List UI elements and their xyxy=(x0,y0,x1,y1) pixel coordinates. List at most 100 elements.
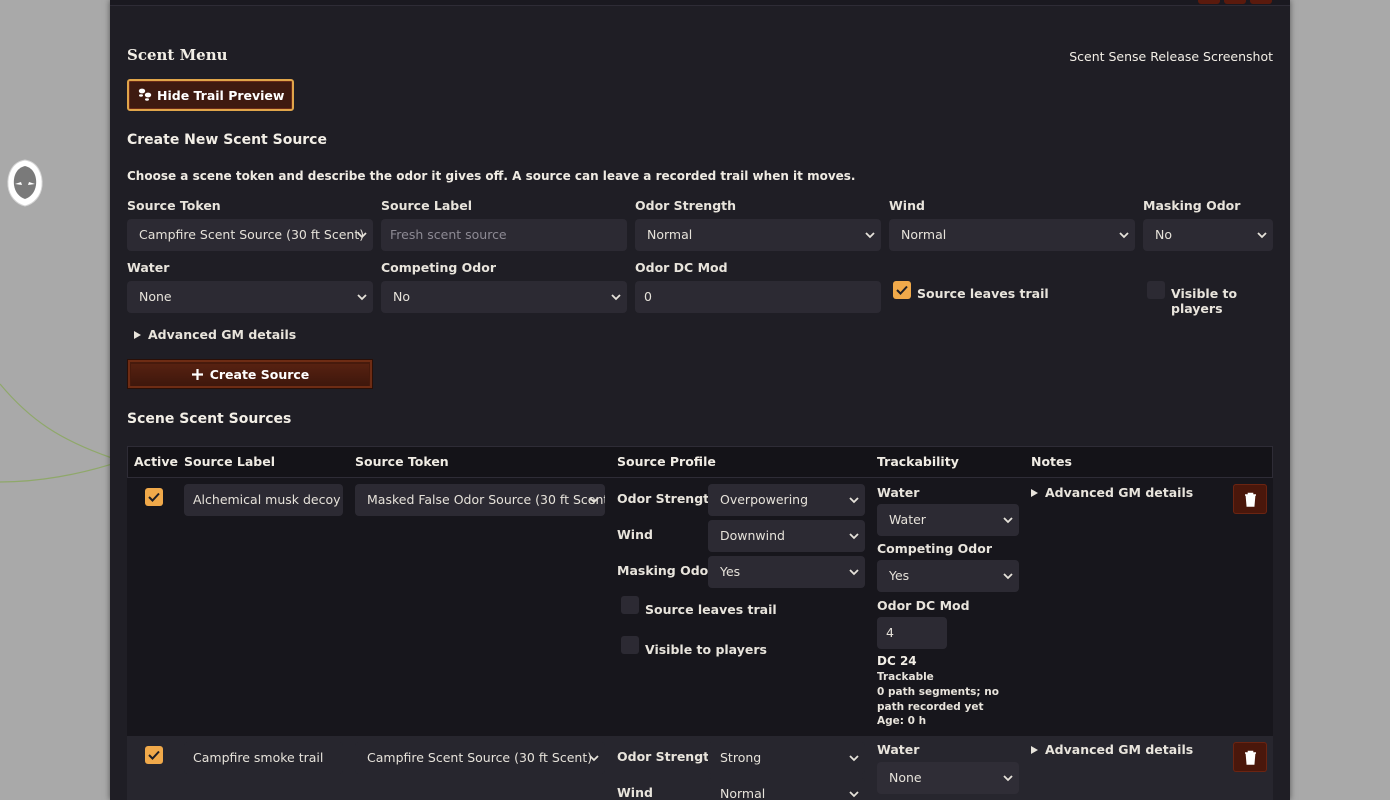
source-token-select[interactable]: Campfire Scent Source (30 ft Scent) xyxy=(127,219,373,251)
visible-to-players-checkbox[interactable] xyxy=(1147,281,1165,299)
row-odor-strength-select[interactable]: Strong xyxy=(708,742,865,774)
source-label-input[interactable]: Fresh scent source xyxy=(381,219,627,251)
chevron-down-icon xyxy=(611,294,621,301)
delete-source-button[interactable] xyxy=(1233,484,1267,514)
row-active-checkbox[interactable] xyxy=(145,488,163,506)
row-competing-odor-select[interactable]: Yes xyxy=(877,560,1019,592)
titlebar-button[interactable] xyxy=(1224,0,1246,4)
titlebar-button[interactable] xyxy=(1250,0,1272,4)
row-source-token-select[interactable]: Masked False Odor Source (30 ft Scent) xyxy=(355,484,605,516)
row-water-label: Water xyxy=(877,485,920,500)
row-active-checkbox[interactable] xyxy=(145,746,163,764)
row-water-value: Water xyxy=(889,512,926,527)
table-row: Campfire smoke trail Campfire Scent Sour… xyxy=(127,736,1273,800)
row-odor-strength-label: Odor Strength xyxy=(617,491,719,506)
disclosure-triangle-icon xyxy=(134,330,141,339)
odor-strength-label: Odor Strength xyxy=(635,198,737,213)
chevron-down-icon xyxy=(1003,775,1013,782)
row-age: Age: 0 h xyxy=(877,715,927,727)
competing-odor-select[interactable]: No xyxy=(381,281,627,313)
odor-dc-mod-input[interactable]: 0 xyxy=(635,281,881,313)
row-masking-odor-label: Masking Odor xyxy=(617,563,715,578)
chevron-down-icon xyxy=(1257,232,1267,239)
column-header-active: Active xyxy=(134,454,178,469)
titlebar-button[interactable] xyxy=(1198,0,1220,4)
checkmark-icon xyxy=(148,750,160,760)
hide-trail-preview-label: Hide Trail Preview xyxy=(157,87,285,103)
row-odor-strength-select[interactable]: Overpowering xyxy=(708,484,865,516)
row-competing-odor-value: Yes xyxy=(889,568,910,583)
row-advanced-gm-details-toggle[interactable]: Advanced GM details xyxy=(1031,742,1193,757)
source-leaves-trail-label: Source leaves trail xyxy=(917,286,1049,301)
create-description: Choose a scene token and describe the od… xyxy=(127,169,856,183)
footprints-icon xyxy=(138,88,152,101)
odor-strength-value: Normal xyxy=(647,227,693,242)
masking-odor-select[interactable]: No xyxy=(1143,219,1273,251)
row-source-token-value: Campfire Scent Source (30 ft Scent) xyxy=(367,750,593,765)
page-title: Scent Menu xyxy=(127,46,228,64)
chevron-down-icon xyxy=(589,755,599,762)
chevron-down-icon xyxy=(849,569,859,576)
competing-odor-label: Competing Odor xyxy=(381,260,496,275)
row-source-token-value: Masked False Odor Source (30 ft Scent) xyxy=(367,492,605,507)
chevron-down-icon xyxy=(849,497,859,504)
row-advanced-gm-details-label: Advanced GM details xyxy=(1045,742,1194,757)
hooded-figure-icon[interactable] xyxy=(4,158,46,208)
delete-source-button[interactable] xyxy=(1233,742,1267,772)
create-source-label: Create Source xyxy=(209,366,310,382)
disclosure-triangle-icon xyxy=(1031,745,1038,754)
wind-select[interactable]: Normal xyxy=(889,219,1135,251)
create-source-button[interactable]: Create Source xyxy=(127,359,373,389)
water-select[interactable]: None xyxy=(127,281,373,313)
source-leaves-trail-checkbox[interactable] xyxy=(893,281,911,299)
row-wind-select[interactable]: Normal xyxy=(708,778,865,800)
row-odor-dc-mod-input[interactable]: 4 xyxy=(877,617,947,649)
row-water-label: Water xyxy=(877,742,920,757)
source-token-label: Source Token xyxy=(127,198,221,213)
row-visible-to-players-checkbox[interactable] xyxy=(621,636,639,654)
window-titlebar xyxy=(110,0,1290,6)
row-water-select[interactable]: Water xyxy=(877,504,1019,536)
chevron-down-icon xyxy=(849,755,859,762)
row-source-leaves-trail-label: Source leaves trail xyxy=(645,602,777,617)
chevron-down-icon xyxy=(849,533,859,540)
column-header-source-profile: Source Profile xyxy=(617,454,716,469)
row-wind-select[interactable]: Downwind xyxy=(708,520,865,552)
row-dc-value: DC 24 xyxy=(877,654,917,668)
checkmark-icon xyxy=(148,492,160,502)
row-wind-label: Wind xyxy=(617,785,653,800)
disclosure-triangle-icon xyxy=(1031,488,1038,497)
odor-strength-select[interactable]: Normal xyxy=(635,219,881,251)
column-header-trackability: Trackability xyxy=(877,454,959,469)
row-source-leaves-trail-checkbox[interactable] xyxy=(621,596,639,614)
checkmark-icon xyxy=(896,285,908,295)
table-header: Active Source Label Source Token Source … xyxy=(127,446,1273,478)
row-wind-label: Wind xyxy=(617,527,653,542)
release-label: Scent Sense Release Screenshot xyxy=(1069,49,1273,64)
wind-label: Wind xyxy=(889,198,925,213)
row-water-select[interactable]: None xyxy=(877,762,1019,794)
row-advanced-gm-details-toggle[interactable]: Advanced GM details xyxy=(1031,485,1193,500)
row-source-token-select[interactable]: Campfire Scent Source (30 ft Scent) xyxy=(355,742,605,774)
chevron-down-icon xyxy=(865,232,875,239)
row-source-label-value: Campfire smoke trail xyxy=(193,750,324,765)
scene-sources-heading: Scene Scent Sources xyxy=(127,411,292,427)
visible-to-players-label: Visible to players xyxy=(1171,286,1238,316)
background-canvas-right xyxy=(1290,0,1390,800)
row-source-label-input[interactable]: Alchemical musk decoy xyxy=(184,484,343,516)
column-header-source-token: Source Token xyxy=(355,454,449,469)
advanced-gm-details-toggle[interactable]: Advanced GM details xyxy=(134,327,296,342)
odor-dc-mod-value: 0 xyxy=(644,289,652,304)
trash-icon xyxy=(1244,492,1256,507)
row-odor-strength-value: Overpowering xyxy=(720,492,809,507)
column-header-notes: Notes xyxy=(1031,454,1072,469)
source-label-placeholder: Fresh scent source xyxy=(390,227,507,242)
row-wind-value: Normal xyxy=(720,786,766,800)
source-token-value: Campfire Scent Source (30 ft Scent) xyxy=(139,227,365,242)
row-masking-odor-select[interactable]: Yes xyxy=(708,556,865,588)
competing-odor-value: No xyxy=(393,289,410,304)
row-source-label-input[interactable]: Campfire smoke trail xyxy=(184,742,343,774)
hide-trail-preview-button[interactable]: Hide Trail Preview xyxy=(127,79,295,111)
trash-icon xyxy=(1244,750,1256,765)
wind-value: Normal xyxy=(901,227,947,242)
